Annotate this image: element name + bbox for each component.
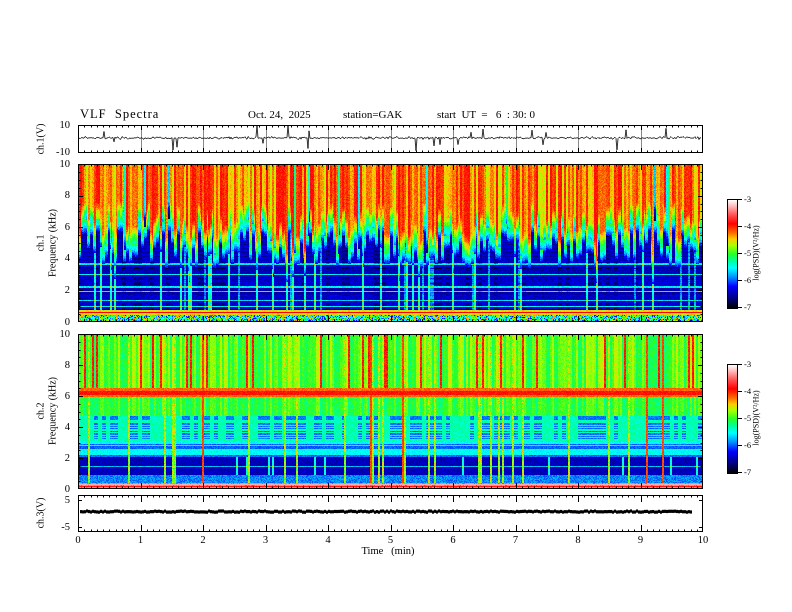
vlf-spectra-figure: VLF Spectra Oct. 24, 2025 station=GAK st…	[0, 0, 792, 612]
ch2-spec-ytick: 4	[64, 421, 70, 433]
x-tick-label: 8	[575, 535, 581, 546]
start-ut-label: start UT = 6 : 30: 0	[437, 109, 535, 121]
ch2-spec-ytick: 2	[64, 452, 70, 464]
colorbar-1-tick-label: -6	[744, 275, 752, 285]
x-tick-label: 6	[450, 535, 456, 546]
station-label: station=GAK	[343, 109, 403, 121]
ch2-spectrogram-canvas	[78, 334, 703, 489]
ch2-spec-ytick: 0	[64, 483, 70, 495]
colorbar-2-tick-label: -6	[744, 440, 752, 450]
colorbar-tick	[738, 472, 742, 473]
colorbar-2-tick-label: -4	[744, 386, 752, 396]
colorbar-tick	[738, 445, 742, 446]
colorbar-ch2	[727, 364, 738, 474]
x-tick-label: 1	[137, 535, 144, 546]
x-tick-label: 5	[387, 535, 394, 546]
ch2-spec-ytick: 8	[64, 359, 70, 371]
x-tick-label: 0	[75, 535, 81, 546]
x-tick-label: 10	[697, 535, 709, 546]
colorbar-tick	[738, 307, 742, 308]
colorbar-tick	[738, 391, 742, 392]
ch1-spec-ytick: 0	[64, 316, 70, 328]
ch1-spec-ytick: 8	[64, 190, 70, 202]
ch2-spec-ylabel-line1: ch.2	[35, 402, 47, 420]
x-tick-label: 7	[512, 535, 519, 546]
colorbar-ch1	[727, 199, 738, 309]
colorbar-1-tick-label: -3	[744, 194, 752, 204]
ch2-spec-ytick: 6	[64, 390, 70, 402]
ch1-spec-ytick: 10	[59, 158, 71, 170]
ch1-spec-ytick: 2	[64, 284, 70, 296]
colorbar-ch2-title: log(PSD)(V²/Hz)	[751, 390, 761, 446]
colorbar-tick	[738, 280, 742, 281]
colorbar-tick	[738, 199, 742, 200]
colorbar-1-tick-label: -7	[744, 302, 752, 312]
colorbar-tick	[738, 226, 742, 227]
ch3-wave-ytick: -5	[61, 522, 70, 533]
x-tick-label: 3	[262, 535, 269, 546]
time-axis-label: Time (min)	[361, 546, 415, 557]
ch1-spec-ylabel: ch.1 Frequency (kHz)	[36, 209, 59, 277]
ch2-spec-ylabel-line2: Frequency (kHz)	[47, 376, 58, 446]
colorbar-tick	[738, 364, 742, 365]
ch1-spec-ylabel-line2: Frequency (kHz)	[47, 208, 58, 278]
x-tick-label: 4	[325, 535, 331, 546]
ch1-spec-ytick: 4	[64, 253, 70, 265]
colorbar-2-tick-label: -3	[744, 359, 752, 369]
ch2-spec-ytick: 10	[59, 328, 71, 340]
ch1-waveform-canvas	[78, 125, 703, 153]
x-tick-label: 9	[637, 535, 644, 546]
colorbar-2-tick-label: -5	[744, 413, 752, 423]
colorbar-2-tick-label: -7	[744, 467, 752, 477]
colorbar-ch1-title: log(PSD)(V²/Hz)	[751, 225, 761, 281]
colorbar-1-tick-label: -4	[744, 221, 752, 231]
page-title: VLF Spectra	[80, 107, 160, 121]
ch1-wave-ytick: 10	[59, 120, 71, 131]
x-tick-label: 2	[200, 535, 206, 546]
date-label: Oct. 24, 2025	[248, 109, 311, 121]
ch1-spec-ylabel-line1: ch.1	[35, 234, 47, 252]
colorbar-tick	[738, 418, 742, 419]
colorbar-1-tick-label: -5	[744, 248, 752, 258]
ch2-spec-ylabel: ch.2 Frequency (kHz)	[36, 377, 59, 445]
ch3-wave-ytick: 5	[64, 495, 70, 506]
ch3-waveform-canvas	[78, 495, 703, 532]
colorbar-tick	[738, 253, 742, 254]
ch1-wave-ytick: -10	[56, 147, 70, 158]
ch1-spec-ytick: 6	[64, 221, 70, 233]
ch1-spectrogram-canvas	[78, 164, 703, 322]
